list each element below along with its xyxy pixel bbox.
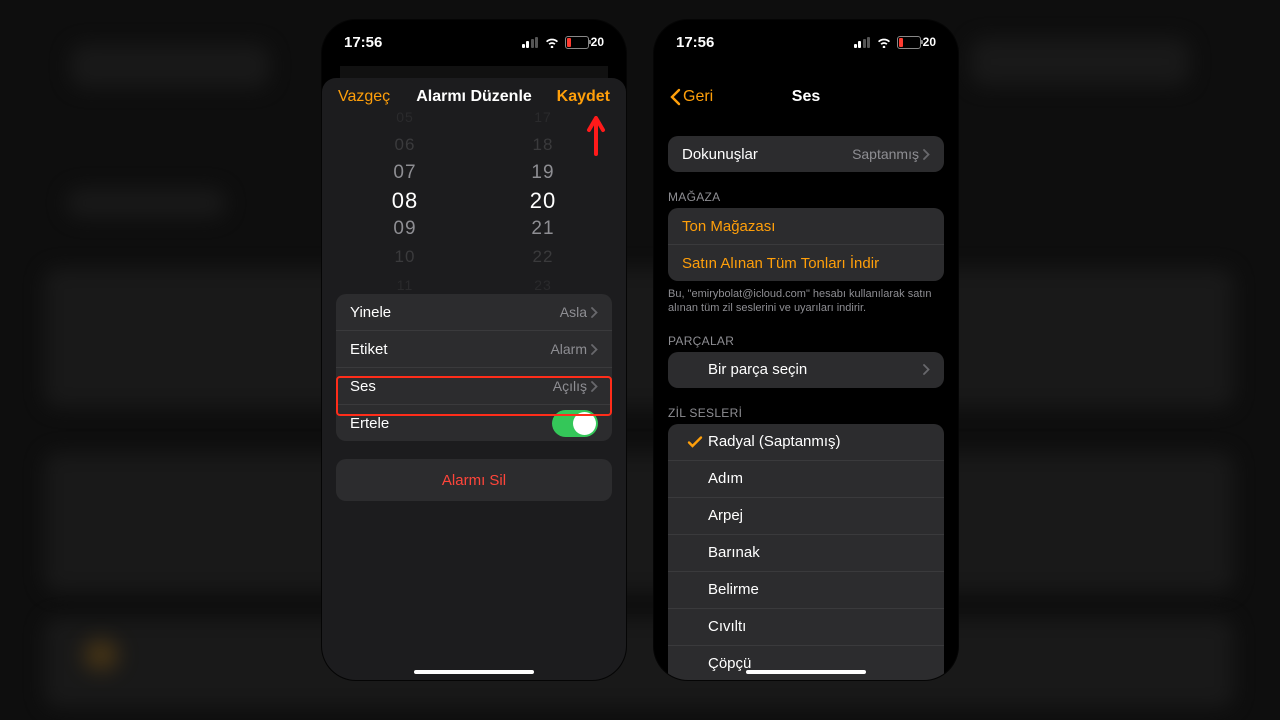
chevron-right-icon [923,364,930,375]
cellular-icon [854,37,871,48]
ringtones-header: ZİL SESLERİ [668,406,944,420]
alarm-options: Yinele Asla Etiket Alarm Ses Açılış [336,294,612,441]
sound-cell[interactable]: Ses Açılış [336,367,612,404]
back-button[interactable]: Geri [670,88,740,106]
status-bar: 17:56 20 [654,20,958,64]
repeat-cell[interactable]: Yinele Asla [336,294,612,330]
battery-indicator: 20 [565,35,604,49]
wifi-icon [544,36,560,48]
ringtone-item[interactable]: Barınak [668,534,944,571]
phone-sound-settings: 17:56 20 Geri Ses [654,20,958,680]
pick-song-cell[interactable]: Bir parça seçin [668,352,944,388]
sheet-title: Alarmı Düzenle [416,88,532,106]
haptics-cell[interactable]: Dokunuşlar Saptanmış [668,136,944,172]
wifi-icon [876,36,892,48]
songs-header: PARÇALAR [668,334,944,348]
label-cell[interactable]: Etiket Alarm [336,330,612,367]
status-bar: 17:56 20 [322,20,626,64]
tone-store-link[interactable]: Ton Mağazası [668,208,944,244]
chevron-right-icon [591,344,598,355]
chevron-right-icon [591,307,598,318]
store-footnote: Bu, "emirybolat@icloud.com" hesabı kulla… [668,287,944,316]
check-icon [687,434,703,450]
hour-wheel[interactable]: 05 06 07 08 09 10 11 [336,126,474,276]
page-title: Ses [792,88,820,106]
download-all-tones-link[interactable]: Satın Alınan Tüm Tonları İndir [668,244,944,281]
ringtone-item[interactable]: Belirme [668,571,944,608]
status-time: 17:56 [344,34,382,51]
ringtone-item[interactable]: Adım [668,460,944,497]
store-header: MAĞAZA [668,190,944,204]
minute-wheel[interactable]: 17 18 19 20 21 22 23 [474,126,612,276]
edit-alarm-sheet: Vazgeç Alarmı Düzenle Kaydet 05 06 07 08… [322,78,626,680]
cellular-icon [522,37,539,48]
ringtone-list: Radyal (Saptanmış)AdımArpejBarınakBelirm… [668,424,944,680]
chevron-left-icon [670,88,681,106]
snooze-cell: Ertele [336,404,612,441]
time-picker[interactable]: 05 06 07 08 09 10 11 17 18 19 20 21 22 2… [336,126,612,276]
chevron-right-icon [591,381,598,392]
home-indicator[interactable] [746,670,866,674]
ringtone-item[interactable]: Çöpçü [668,645,944,680]
ringtone-item[interactable]: Arpej [668,497,944,534]
phone-edit-alarm: 17:56 20 Vazgeç Alarmı Düzenle Kaydet [322,20,626,680]
battery-indicator: 20 [897,35,936,49]
chevron-right-icon [923,149,930,160]
home-indicator[interactable] [414,670,534,674]
ringtone-item[interactable]: Cıvıltı [668,608,944,645]
status-time: 17:56 [676,34,714,51]
delete-alarm-button[interactable]: Alarmı Sil [336,459,612,501]
ringtone-item[interactable]: Radyal (Saptanmış) [668,424,944,460]
snooze-toggle[interactable] [552,410,598,437]
